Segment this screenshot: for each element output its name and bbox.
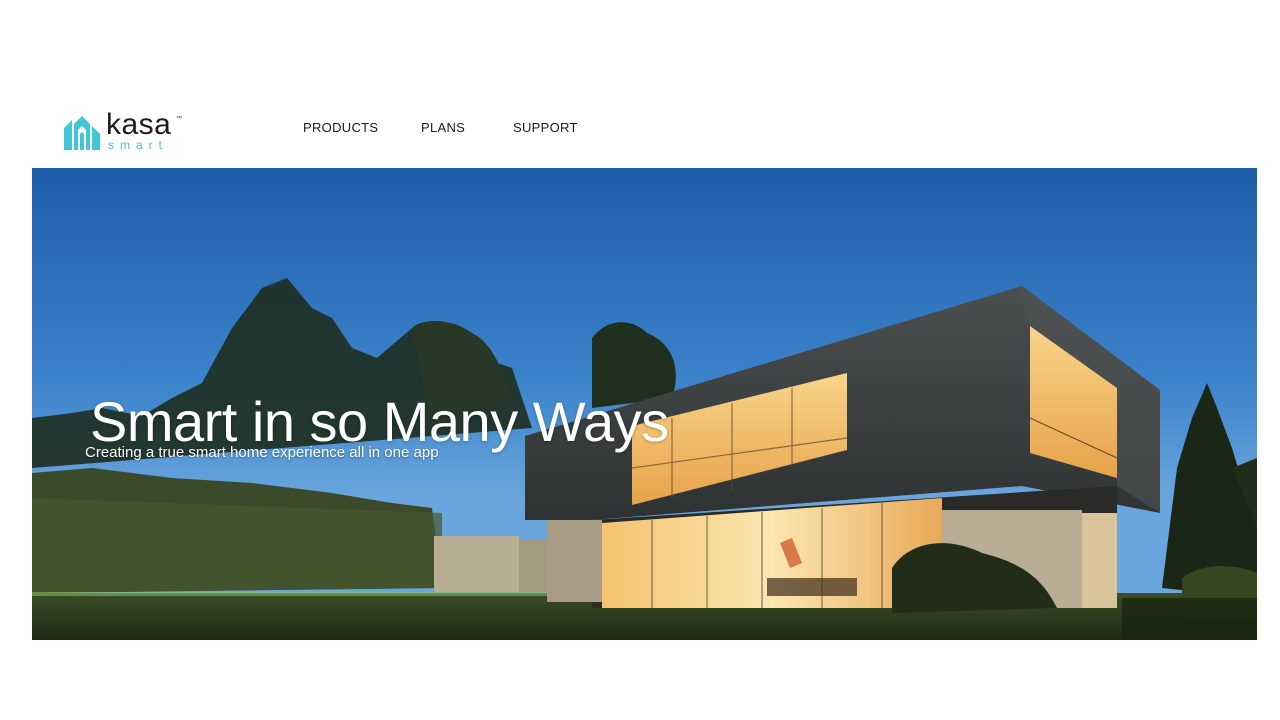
site-header: kasa ™ smart PRODUCTS PLANS SUPPORT: [0, 100, 1280, 168]
brand-name: kasa: [106, 108, 172, 141]
nav-item-plans[interactable]: PLANS: [421, 120, 465, 135]
nav-item-products[interactable]: PRODUCTS: [303, 120, 378, 135]
hero-subtitle: Creating a true smart home experience al…: [85, 444, 439, 461]
house-logo-icon: [64, 116, 100, 150]
trademark-symbol: ™: [176, 116, 182, 122]
page: kasa ™ smart PRODUCTS PLANS SUPPORT Smar…: [0, 0, 1280, 720]
hero-banner: Smart in so Many Ways Creating a true sm…: [32, 168, 1257, 640]
nav-item-support[interactable]: SUPPORT: [513, 120, 578, 135]
brand-tagline: smart: [108, 138, 168, 152]
kasa-logo[interactable]: kasa ™ smart: [62, 108, 192, 154]
